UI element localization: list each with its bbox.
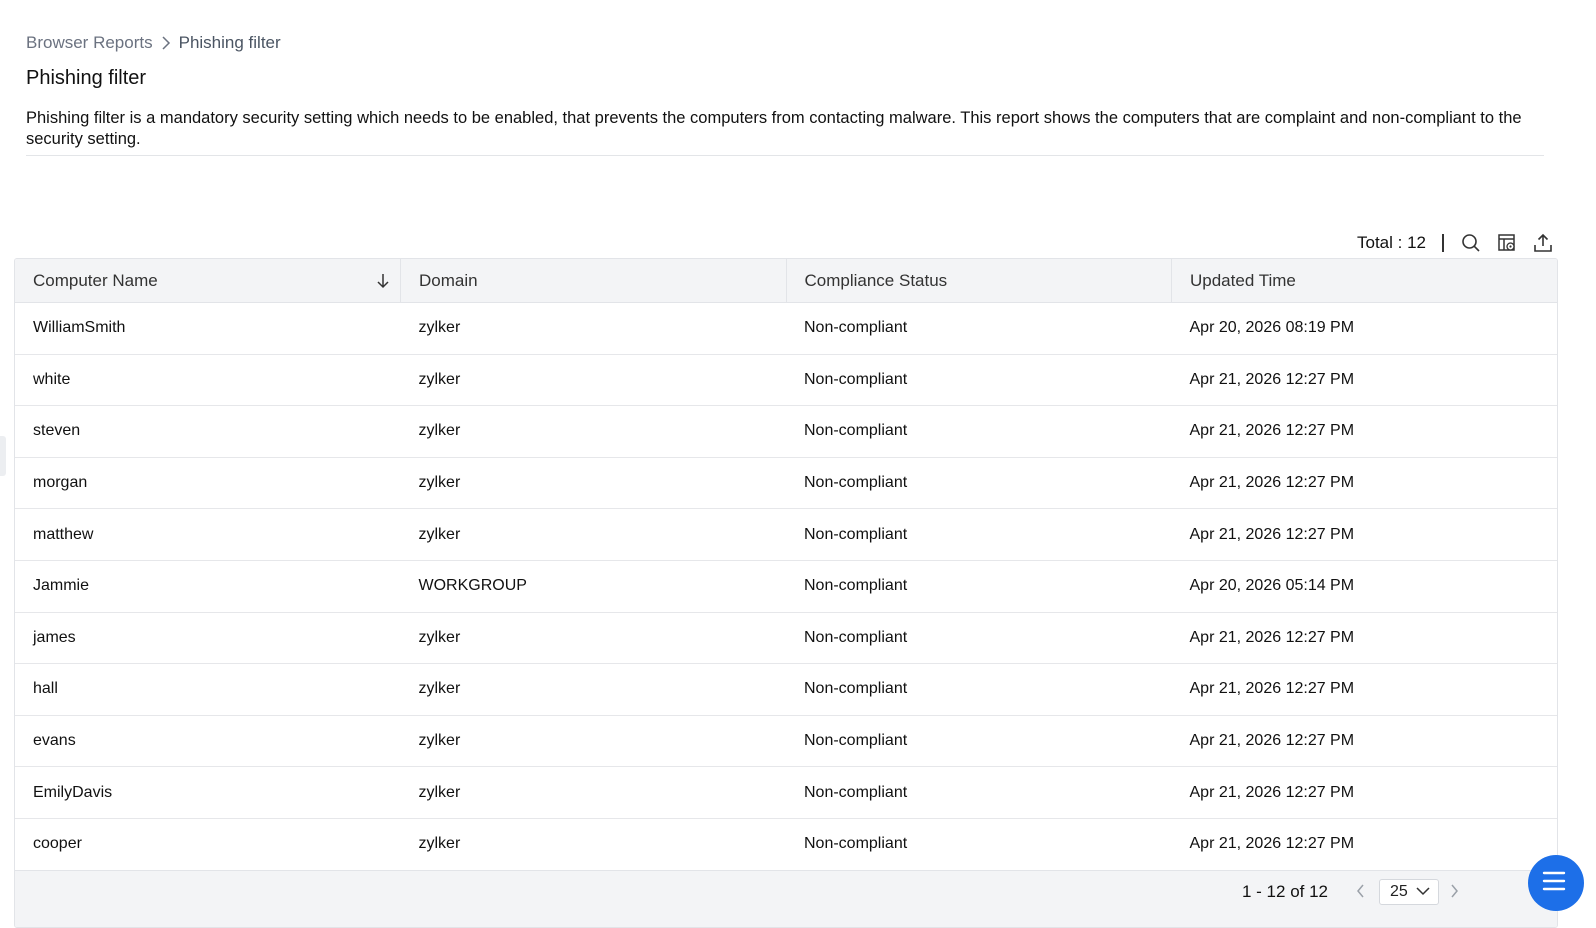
toolbar-divider: [1442, 234, 1444, 252]
hamburger-menu-icon: [1542, 870, 1566, 897]
updated-time-cell: Apr 20, 2026 08:19 PM: [1171, 302, 1557, 355]
column-settings-icon[interactable]: [1496, 232, 1518, 254]
column-header-domain[interactable]: Domain: [400, 259, 787, 303]
chevron-right-icon: [161, 36, 171, 50]
table-row[interactable]: matthew zylker Non-compliant Apr 21, 2026 1…: [15, 508, 1557, 561]
computer-name-cell: white: [15, 354, 401, 407]
table-row[interactable]: hall zylker Non-compliant Apr 21, 2026 12:2…: [15, 663, 1557, 716]
per-page-value: 25: [1390, 883, 1408, 900]
domain-cell: zylker: [400, 354, 786, 407]
computer-name-cell: steven: [15, 405, 401, 458]
compliance-status-cell: Non-compliant: [786, 405, 1172, 458]
computer-name-cell: Jammie: [15, 560, 401, 613]
page-description: Phishing filter is a mandatory security …: [26, 109, 1522, 148]
side-panel-handle[interactable]: [0, 436, 6, 476]
updated-time-cell: Apr 21, 2026 12:27 PM: [1171, 457, 1557, 510]
divider: [26, 155, 1544, 156]
computer-name-cell: evans: [15, 715, 401, 768]
compliance-status-cell: Non-compliant: [786, 715, 1172, 768]
column-header-label: Computer Name: [33, 270, 158, 290]
computer-name-cell: matthew: [15, 508, 401, 561]
compliance-status-cell: Non-compliant: [786, 612, 1172, 665]
breadcrumb-current: Phishing filter: [178, 33, 281, 52]
domain-cell: zylker: [400, 818, 786, 871]
table-header-row: Computer Name Domain Compliance Status U…: [15, 259, 1557, 303]
search-icon[interactable]: [1460, 232, 1482, 254]
domain-cell: zylker: [400, 715, 786, 768]
domain-cell: zylker: [400, 508, 786, 561]
chevron-down-icon: [1416, 883, 1430, 901]
table-row[interactable]: evans zylker Non-compliant Apr 21, 2026 12:…: [15, 715, 1557, 768]
domain-cell: zylker: [400, 302, 786, 355]
breadcrumb: Browser Reports Phishing filter: [26, 33, 281, 53]
export-icon[interactable]: [1532, 232, 1554, 254]
report-table: Computer Name Domain Compliance Status U…: [14, 258, 1558, 928]
updated-time-cell: Apr 21, 2026 12:27 PM: [1171, 354, 1557, 407]
table-toolbar: Total : 12: [1357, 231, 1554, 255]
table-row[interactable]: steven zylker Non-compliant Apr 21, 2026 12…: [15, 405, 1557, 458]
compliance-status-cell: Non-compliant: [786, 818, 1172, 871]
column-header-computer-name[interactable]: Computer Name: [15, 259, 401, 303]
table-row[interactable]: james zylker Non-compliant Apr 21, 2026 12:…: [15, 612, 1557, 665]
domain-cell: zylker: [400, 612, 786, 665]
computer-name-cell: hall: [15, 663, 401, 716]
breadcrumb-parent-link[interactable]: Browser Reports: [26, 33, 153, 53]
table-row[interactable]: cooper zylker Non-compliant Apr 21, 2026 12…: [15, 818, 1557, 871]
per-page-select[interactable]: 25: [1379, 879, 1439, 905]
column-header-label: Compliance Status: [804, 270, 948, 290]
compliance-status-cell: Non-compliant: [786, 766, 1172, 819]
computer-name-cell: morgan: [15, 457, 401, 510]
compliance-status-cell: Non-compliant: [786, 457, 1172, 510]
domain-cell: zylker: [400, 405, 786, 458]
computer-name-cell: WilliamSmith: [15, 302, 401, 355]
page-range: 1 - 12 of 12: [1242, 882, 1329, 901]
updated-time-cell: Apr 21, 2026 12:27 PM: [1171, 508, 1557, 561]
domain-cell: zylker: [400, 766, 786, 819]
column-header-label: Updated Time: [1190, 270, 1296, 290]
page-title: Phishing filter: [26, 67, 147, 89]
compliance-status-cell: Non-compliant: [786, 354, 1172, 407]
updated-time-cell: Apr 21, 2026 12:27 PM: [1171, 766, 1557, 819]
chevron-right-icon[interactable]: [1448, 883, 1460, 904]
compliance-status-cell: Non-compliant: [786, 560, 1172, 613]
total-count: Total : 12: [1357, 233, 1426, 252]
sort-descending-icon[interactable]: [376, 273, 390, 294]
column-header-label: Domain: [419, 270, 478, 290]
updated-time-cell: Apr 20, 2026 05:14 PM: [1171, 560, 1557, 613]
domain-cell: zylker: [400, 663, 786, 716]
computer-name-cell: EmilyDavis: [15, 766, 401, 819]
updated-time-cell: Apr 21, 2026 12:27 PM: [1171, 715, 1557, 768]
table-row[interactable]: morgan zylker Non-compliant Apr 21, 2026 12…: [15, 457, 1557, 510]
table-row[interactable]: WilliamSmith zylker Non-compliant Apr 20, 2…: [15, 302, 1557, 355]
table-row[interactable]: EmilyDavis zylker Non-compliant Apr 21, 202…: [15, 766, 1557, 819]
domain-cell: WORKGROUP: [400, 560, 786, 613]
updated-time-cell: Apr 21, 2026 12:27 PM: [1171, 405, 1557, 458]
compliance-status-cell: Non-compliant: [786, 663, 1172, 716]
menu-fab-button[interactable]: [1528, 855, 1584, 911]
compliance-status-cell: Non-compliant: [786, 302, 1172, 355]
chevron-left-icon[interactable]: [1355, 883, 1367, 904]
compliance-status-cell: Non-compliant: [786, 508, 1172, 561]
column-header-compliance-status[interactable]: Compliance Status: [786, 259, 1172, 303]
column-header-updated-time[interactable]: Updated Time: [1171, 259, 1557, 303]
computer-name-cell: james: [15, 612, 401, 665]
domain-cell: zylker: [400, 457, 786, 510]
updated-time-cell: Apr 21, 2026 12:27 PM: [1171, 612, 1557, 665]
table-row[interactable]: Jammie WORKGROUP Non-compliant Apr 20, 2026…: [15, 560, 1557, 613]
computer-name-cell: cooper: [15, 818, 401, 871]
updated-time-cell: Apr 21, 2026 12:27 PM: [1171, 818, 1557, 871]
table-row[interactable]: white zylker Non-compliant Apr 21, 2026 12:…: [15, 354, 1557, 407]
pagination-bar: 1 - 12 of 12 25: [15, 870, 1557, 927]
updated-time-cell: Apr 21, 2026 12:27 PM: [1171, 663, 1557, 716]
